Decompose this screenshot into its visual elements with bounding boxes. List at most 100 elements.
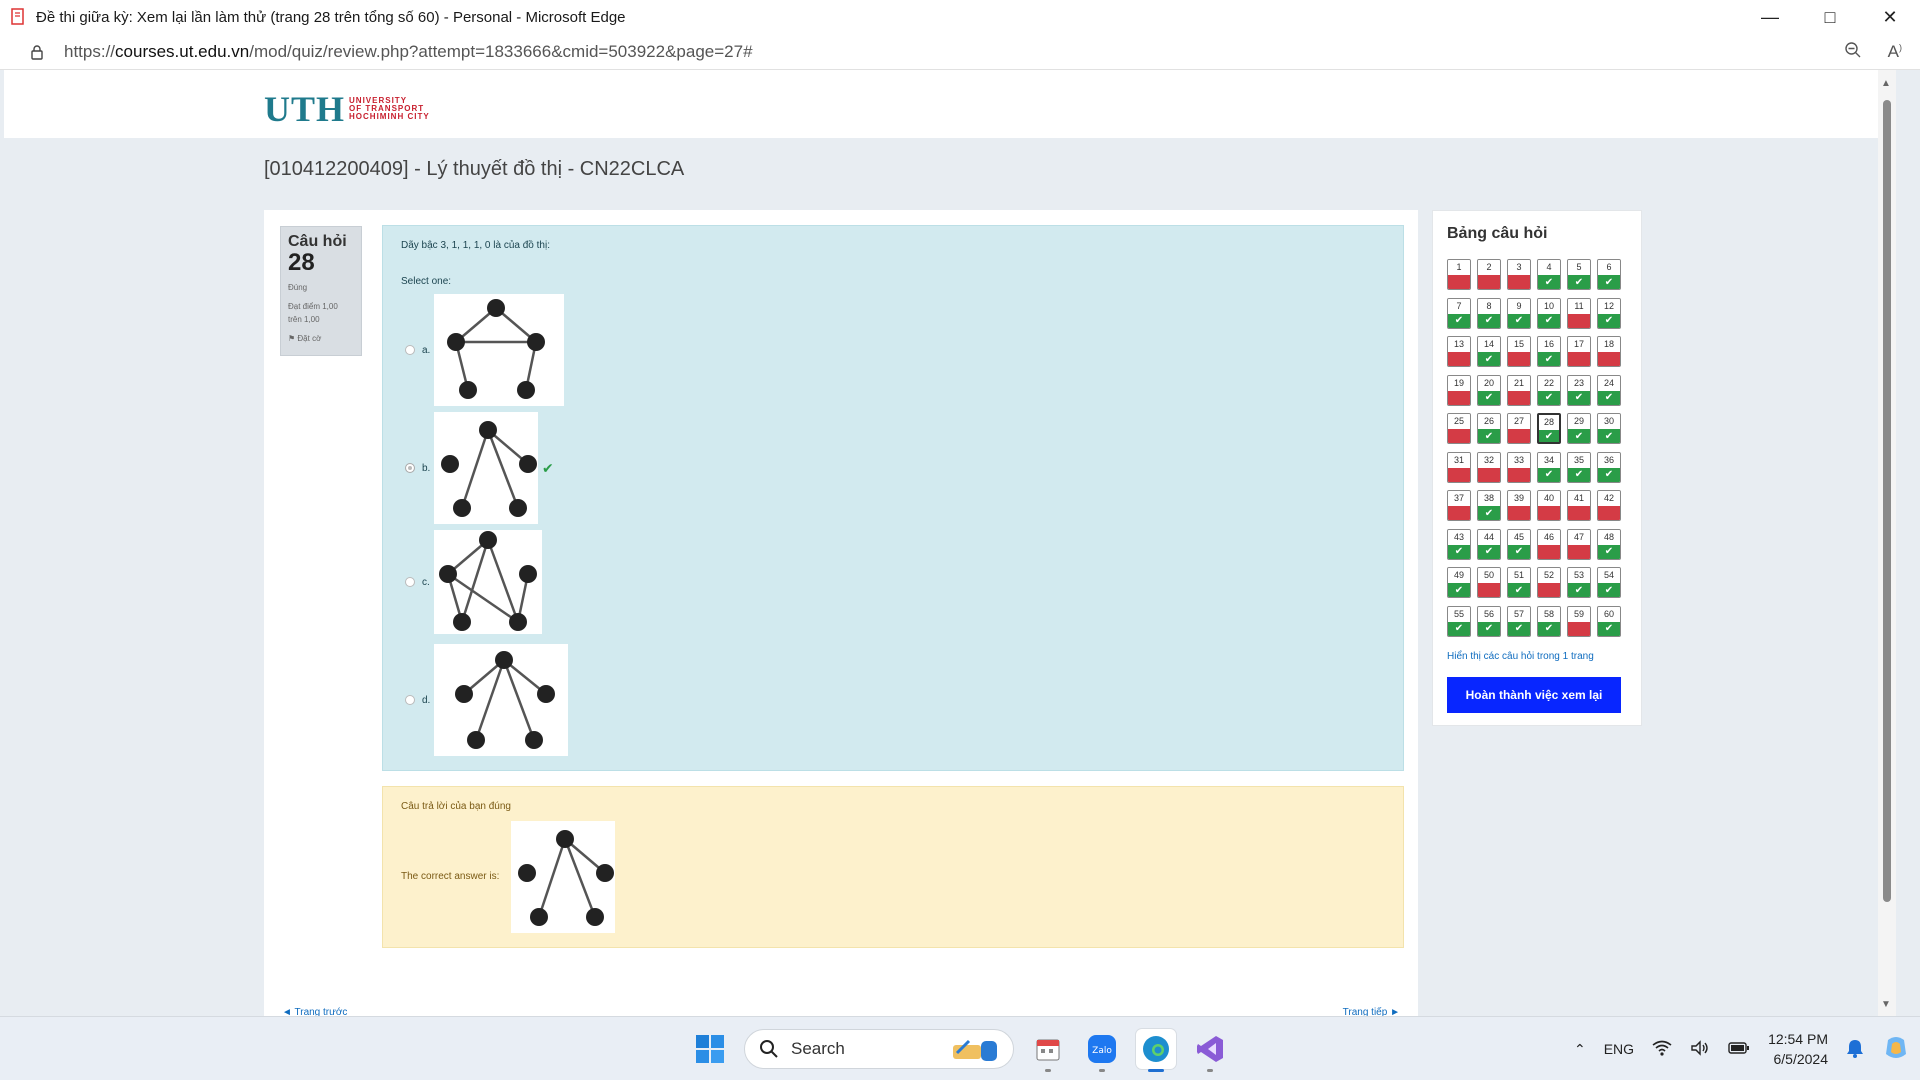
- notification-bell-icon[interactable]: [1846, 1038, 1864, 1061]
- quiz-nav-button[interactable]: 42: [1597, 490, 1621, 521]
- flag-question-button[interactable]: ⚑ Đặt cờ: [288, 334, 354, 343]
- maximize-button[interactable]: □: [1800, 0, 1860, 34]
- quiz-nav-button[interactable]: 36 ✔: [1597, 451, 1621, 483]
- battery-icon[interactable]: [1728, 1041, 1750, 1058]
- quiz-nav-button[interactable]: 27: [1507, 413, 1531, 444]
- quiz-nav-button[interactable]: 54 ✔: [1597, 567, 1621, 598]
- quiz-nav-button[interactable]: 41: [1567, 490, 1591, 521]
- zalo-icon[interactable]: Zalo: [1082, 1029, 1122, 1072]
- option-a[interactable]: a.: [405, 294, 564, 406]
- quiz-nav-button[interactable]: 59: [1567, 605, 1591, 637]
- quiz-nav-button[interactable]: 31: [1447, 451, 1471, 483]
- quiz-nav-button[interactable]: 20 ✔: [1477, 374, 1501, 406]
- quiz-nav-button[interactable]: 23 ✔: [1567, 374, 1591, 406]
- quiz-nav-button[interactable]: 49 ✔: [1447, 567, 1471, 598]
- quiz-nav-button[interactable]: 6 ✔: [1597, 259, 1621, 290]
- close-button[interactable]: ✕: [1860, 0, 1920, 34]
- quiz-nav-button[interactable]: 57 ✔: [1507, 605, 1531, 637]
- quiz-nav-button[interactable]: 21: [1507, 374, 1531, 406]
- volume-icon[interactable]: [1690, 1039, 1710, 1059]
- quiz-nav-button[interactable]: 52: [1537, 567, 1561, 598]
- quiz-nav-button[interactable]: 45 ✔: [1507, 528, 1531, 560]
- quiz-nav-button[interactable]: 1: [1447, 259, 1471, 290]
- quiz-nav-button[interactable]: 51 ✔: [1507, 567, 1531, 598]
- calendar-app-icon[interactable]: [1028, 1029, 1068, 1072]
- quiz-nav-button[interactable]: 3: [1507, 259, 1531, 290]
- url-text[interactable]: https://courses.ut.edu.vn/mod/quiz/revie…: [64, 42, 753, 62]
- quiz-nav-button[interactable]: 25: [1447, 413, 1471, 444]
- option-d[interactable]: d.: [405, 644, 568, 756]
- scroll-down-icon[interactable]: ▼: [1881, 999, 1891, 1010]
- quiz-nav-button[interactable]: 34 ✔: [1537, 451, 1561, 483]
- quiz-nav-button[interactable]: 9 ✔: [1507, 297, 1531, 329]
- quiz-nav-button[interactable]: 16 ✔: [1537, 336, 1561, 367]
- quiz-nav-button[interactable]: 43 ✔: [1447, 528, 1471, 560]
- quiz-nav-button[interactable]: 47: [1567, 528, 1591, 560]
- quiz-nav-button[interactable]: 19: [1447, 374, 1471, 406]
- quiz-nav-button[interactable]: 37: [1447, 490, 1471, 521]
- university-logo[interactable]: UTH UNIVERSITY OF TRANSPORT HOCHIMINH CI…: [264, 88, 430, 130]
- quiz-nav-button[interactable]: 38 ✔: [1477, 490, 1501, 521]
- option-b[interactable]: b. ✔: [405, 412, 554, 524]
- quiz-nav-button[interactable]: 40: [1537, 490, 1561, 521]
- quiz-nav-button[interactable]: 46: [1537, 528, 1561, 560]
- quiz-nav-button[interactable]: 56 ✔: [1477, 605, 1501, 637]
- quiz-nav-button[interactable]: 2: [1477, 259, 1501, 290]
- edge-browser-icon[interactable]: [1136, 1029, 1176, 1072]
- scrollbar-thumb[interactable]: [1883, 100, 1891, 902]
- quiz-nav-button[interactable]: 15: [1507, 336, 1531, 367]
- quiz-nav-button[interactable]: 4 ✔: [1537, 259, 1561, 290]
- visual-studio-icon[interactable]: [1190, 1029, 1230, 1072]
- read-aloud-icon[interactable]: A): [1888, 42, 1902, 62]
- finish-review-button[interactable]: Hoàn thành việc xem lại: [1447, 677, 1621, 713]
- quiz-nav-button[interactable]: 5 ✔: [1567, 259, 1591, 290]
- quiz-nav-button[interactable]: 39: [1507, 490, 1531, 521]
- quiz-nav-button[interactable]: 33: [1507, 451, 1531, 483]
- quiz-nav-button[interactable]: 11: [1567, 297, 1591, 329]
- zoom-out-icon[interactable]: [1844, 41, 1862, 64]
- quiz-nav-button[interactable]: 48 ✔: [1597, 528, 1621, 560]
- quiz-nav-button[interactable]: 18: [1597, 336, 1621, 367]
- quiz-nav-button[interactable]: 12 ✔: [1597, 297, 1621, 329]
- quiz-nav-button[interactable]: 14 ✔: [1477, 336, 1501, 367]
- chevron-up-icon[interactable]: ⌃: [1574, 1041, 1586, 1058]
- start-icon[interactable]: [690, 1029, 730, 1069]
- quiz-nav-button[interactable]: 10 ✔: [1537, 297, 1561, 329]
- quiz-nav-button[interactable]: 58 ✔: [1537, 605, 1561, 637]
- taskbar-search[interactable]: Search: [744, 1029, 1014, 1069]
- quiz-nav-button[interactable]: 53 ✔: [1567, 567, 1591, 598]
- quiz-nav-button[interactable]: 30 ✔: [1597, 413, 1621, 444]
- quiz-nav-button[interactable]: 35 ✔: [1567, 451, 1591, 483]
- scroll-up-icon[interactable]: ▲: [1881, 78, 1891, 89]
- quiz-nav-button[interactable]: 50: [1477, 567, 1501, 598]
- quiz-nav-button[interactable]: 44 ✔: [1477, 528, 1501, 560]
- quiz-nav-button[interactable]: 29 ✔: [1567, 413, 1591, 444]
- quiz-nav-button[interactable]: 32: [1477, 451, 1501, 483]
- quiz-nav-button[interactable]: 22 ✔: [1537, 374, 1561, 406]
- prev-page-link[interactable]: ◄ Trang trước: [282, 1007, 347, 1016]
- quiz-nav-button[interactable]: 8 ✔: [1477, 297, 1501, 329]
- lock-icon[interactable]: [28, 43, 46, 61]
- quiz-nav-button[interactable]: 24 ✔: [1597, 374, 1621, 406]
- option-c-radio[interactable]: [405, 577, 415, 587]
- quiz-nav-button[interactable]: 28 ✔: [1537, 413, 1561, 444]
- option-b-radio[interactable]: [405, 463, 415, 473]
- page-scrollbar[interactable]: ▲ ▼: [1878, 70, 1896, 1016]
- option-d-radio[interactable]: [405, 695, 415, 705]
- option-a-radio[interactable]: [405, 345, 415, 355]
- next-page-link[interactable]: Trang tiếp ►: [1343, 1007, 1400, 1016]
- language-indicator[interactable]: ENG: [1604, 1041, 1634, 1057]
- clock[interactable]: 12:54 PM 6/5/2024: [1768, 1029, 1828, 1069]
- option-c[interactable]: c.: [405, 530, 542, 634]
- show-all-link[interactable]: Hiển thị các câu hỏi trong 1 trang: [1447, 651, 1594, 662]
- quiz-nav-button[interactable]: 26 ✔: [1477, 413, 1501, 444]
- wifi-icon[interactable]: [1652, 1040, 1672, 1059]
- minimize-button[interactable]: —: [1740, 0, 1800, 34]
- copilot-icon[interactable]: [1882, 1034, 1910, 1065]
- quiz-nav-button[interactable]: 17: [1567, 336, 1591, 367]
- quiz-nav-button[interactable]: 55 ✔: [1447, 605, 1471, 637]
- address-bar[interactable]: https://courses.ut.edu.vn/mod/quiz/revie…: [0, 34, 1920, 70]
- quiz-nav-button[interactable]: 13: [1447, 336, 1471, 367]
- quiz-nav-button[interactable]: 7 ✔: [1447, 297, 1471, 329]
- quiz-nav-button[interactable]: 60 ✔: [1597, 605, 1621, 637]
